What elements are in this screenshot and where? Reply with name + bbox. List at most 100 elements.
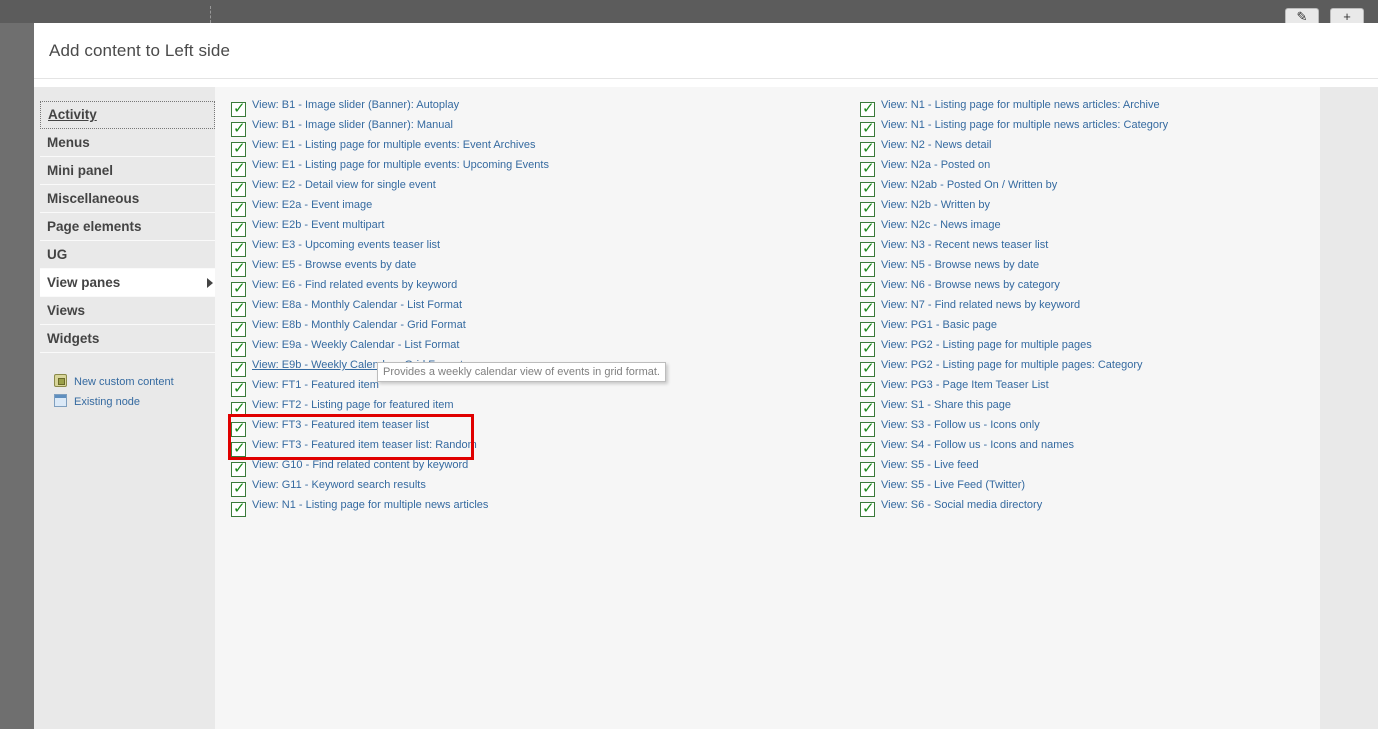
pane-item[interactable]: View: N2 - News detail <box>860 137 1168 157</box>
checkmark-icon <box>231 159 246 177</box>
pane-item[interactable]: View: N1 - Listing page for multiple new… <box>231 497 549 517</box>
checkmark-icon <box>860 499 875 517</box>
pane-item[interactable]: View: PG2 - Listing page for multiple pa… <box>860 357 1168 377</box>
pane-item[interactable]: View: FT2 - Listing page for featured it… <box>231 397 549 417</box>
pencil-icon[interactable]: ✎ <box>1285 8 1319 24</box>
pane-item[interactable]: View: FT3 - Featured item teaser list <box>231 417 549 437</box>
checkmark-icon <box>231 99 246 117</box>
pane-item[interactable]: View: N1 - Listing page for multiple new… <box>860 97 1168 117</box>
checkmark-icon <box>860 139 875 157</box>
pane-item-label: View: FT1 - Featured item <box>252 379 379 391</box>
pane-item-label: View: FT2 - Listing page for featured it… <box>252 399 454 411</box>
pane-item-label: View: E2b - Event multipart <box>252 219 385 231</box>
pane-item-label: View: S4 - Follow us - Icons and names <box>881 439 1074 451</box>
checkmark-icon <box>231 499 246 517</box>
pane-item[interactable]: View: E5 - Browse events by date <box>231 257 549 277</box>
pane-item[interactable]: View: N2b - Written by <box>860 197 1168 217</box>
pane-item-label: View: N5 - Browse news by date <box>881 259 1040 271</box>
pane-column-left: View: B1 - Image slider (Banner): Autopl… <box>231 97 549 517</box>
pane-item[interactable]: View: E9a - Weekly Calendar - List Forma… <box>231 337 549 357</box>
sidebar-item-label: Widgets <box>47 331 100 346</box>
pane-item-label: View: E2a - Event image <box>252 199 373 211</box>
checkmark-icon <box>231 119 246 137</box>
pane-item[interactable]: View: PG2 - Listing page for multiple pa… <box>860 337 1168 357</box>
sidebar-item-label: Mini panel <box>47 163 114 178</box>
pane-item[interactable]: View: N1 - Listing page for multiple new… <box>860 117 1168 137</box>
checkmark-icon <box>231 359 246 377</box>
pane-item-label: View: PG2 - Listing page for multiple pa… <box>881 359 1143 371</box>
sidebar-item-label: Miscellaneous <box>47 191 140 206</box>
pane-item-label: View: E1 - Listing page for multiple eve… <box>252 159 549 171</box>
sidebar-item-label: Page elements <box>47 219 142 234</box>
pane-item-label: View: N2 - News detail <box>881 139 992 151</box>
sidebar-item-miscellaneous[interactable]: Miscellaneous <box>40 185 215 213</box>
pane-item[interactable]: View: S1 - Share this page <box>860 397 1168 417</box>
pane-item-label: View: N6 - Browse news by category <box>881 279 1060 291</box>
sidebar-item-mini-panel[interactable]: Mini panel <box>40 157 215 185</box>
pane-item[interactable]: View: E1 - Listing page for multiple eve… <box>231 157 549 177</box>
pane-item-label: View: N2a - Posted on <box>881 159 991 171</box>
sidebar-item-activity[interactable]: Activity <box>40 101 215 129</box>
sidebar-item-view-panes[interactable]: View panes <box>40 269 215 297</box>
pane-item[interactable]: View: G10 - Find related content by keyw… <box>231 457 549 477</box>
checkmark-icon <box>860 199 875 217</box>
pane-item[interactable]: View: B1 - Image slider (Banner): Manual <box>231 117 549 137</box>
pane-item[interactable]: View: E2a - Event image <box>231 197 549 217</box>
pane-item-label: View: N2b - Written by <box>881 199 991 211</box>
pane-item[interactable]: View: S5 - Live Feed (Twitter) <box>860 477 1168 497</box>
checkmark-icon <box>860 259 875 277</box>
existing-node-link[interactable]: Existing node <box>52 394 174 414</box>
pane-item[interactable]: View: N2ab - Posted On / Written by <box>860 177 1168 197</box>
modal-header: Add content to Left side <box>34 23 1378 79</box>
pane-item[interactable]: View: E3 - Upcoming events teaser list <box>231 237 549 257</box>
pane-item[interactable]: View: E2b - Event multipart <box>231 217 549 237</box>
sidebar-item-ug[interactable]: UG <box>40 241 215 269</box>
pane-item[interactable]: View: S6 - Social media directory <box>860 497 1168 517</box>
pane-item[interactable]: View: N2a - Posted on <box>860 157 1168 177</box>
sidebar-item-page-elements[interactable]: Page elements <box>40 213 215 241</box>
pane-item-label: View: B1 - Image slider (Banner): Autopl… <box>252 99 460 111</box>
checkmark-icon <box>231 199 246 217</box>
pane-item[interactable]: View: E6 - Find related events by keywor… <box>231 277 549 297</box>
pane-item[interactable]: View: N6 - Browse news by category <box>860 277 1168 297</box>
pane-item[interactable]: View: PG1 - Basic page <box>860 317 1168 337</box>
pane-item[interactable]: View: B1 - Image slider (Banner): Autopl… <box>231 97 549 117</box>
checkmark-icon <box>860 179 875 197</box>
pane-item[interactable]: View: E8a - Monthly Calendar - List Form… <box>231 297 549 317</box>
new-custom-content-link[interactable]: New custom content <box>52 374 174 394</box>
modal-title: Add content to Left side <box>49 41 231 60</box>
checkmark-icon <box>860 419 875 437</box>
pane-item[interactable]: View: G11 - Keyword search results <box>231 477 549 497</box>
pane-item[interactable]: View: PG3 - Page Item Teaser List <box>860 377 1168 397</box>
checkmark-icon <box>231 479 246 497</box>
pane-item-label: View: N1 - Listing page for multiple new… <box>881 119 1169 131</box>
checkmark-icon <box>231 239 246 257</box>
pane-item[interactable]: View: E1 - Listing page for multiple eve… <box>231 137 549 157</box>
pane-item[interactable]: View: N5 - Browse news by date <box>860 257 1168 277</box>
checkmark-icon <box>860 299 875 317</box>
pane-item[interactable]: View: S3 - Follow us - Icons only <box>860 417 1168 437</box>
pane-item-label: View: N7 - Find related news by keyword <box>881 299 1081 311</box>
checkmark-icon <box>231 139 246 157</box>
node-icon <box>54 394 67 407</box>
pane-item[interactable]: View: E2 - Detail view for single event <box>231 177 549 197</box>
sidebar-item-views[interactable]: Views <box>40 297 215 325</box>
checkmark-icon <box>860 399 875 417</box>
checkmark-icon <box>231 299 246 317</box>
pane-item[interactable]: View: N7 - Find related news by keyword <box>860 297 1168 317</box>
pane-item[interactable]: View: FT3 - Featured item teaser list: R… <box>231 437 549 457</box>
pane-item-label: View: FT3 - Featured item teaser list <box>252 419 430 431</box>
pane-item[interactable]: View: E8b - Monthly Calendar - Grid Form… <box>231 317 549 337</box>
pane-item-label: View: S1 - Share this page <box>881 399 1012 411</box>
pane-item[interactable]: View: N2c - News image <box>860 217 1168 237</box>
pane-item-label: View: S6 - Social media directory <box>881 499 1043 511</box>
sidebar-item-widgets[interactable]: Widgets <box>40 325 215 353</box>
pane-item[interactable]: View: S4 - Follow us - Icons and names <box>860 437 1168 457</box>
pane-item-label: View: PG2 - Listing page for multiple pa… <box>881 339 1092 351</box>
pane-item[interactable]: View: N3 - Recent news teaser list <box>860 237 1168 257</box>
pane-item[interactable]: View: S5 - Live feed <box>860 457 1168 477</box>
sidebar-item-menus[interactable]: Menus <box>40 129 215 157</box>
plus-icon[interactable]: + <box>1330 8 1364 24</box>
pane-item-label: View: N2ab - Posted On / Written by <box>881 179 1058 191</box>
checkmark-icon <box>860 99 875 117</box>
